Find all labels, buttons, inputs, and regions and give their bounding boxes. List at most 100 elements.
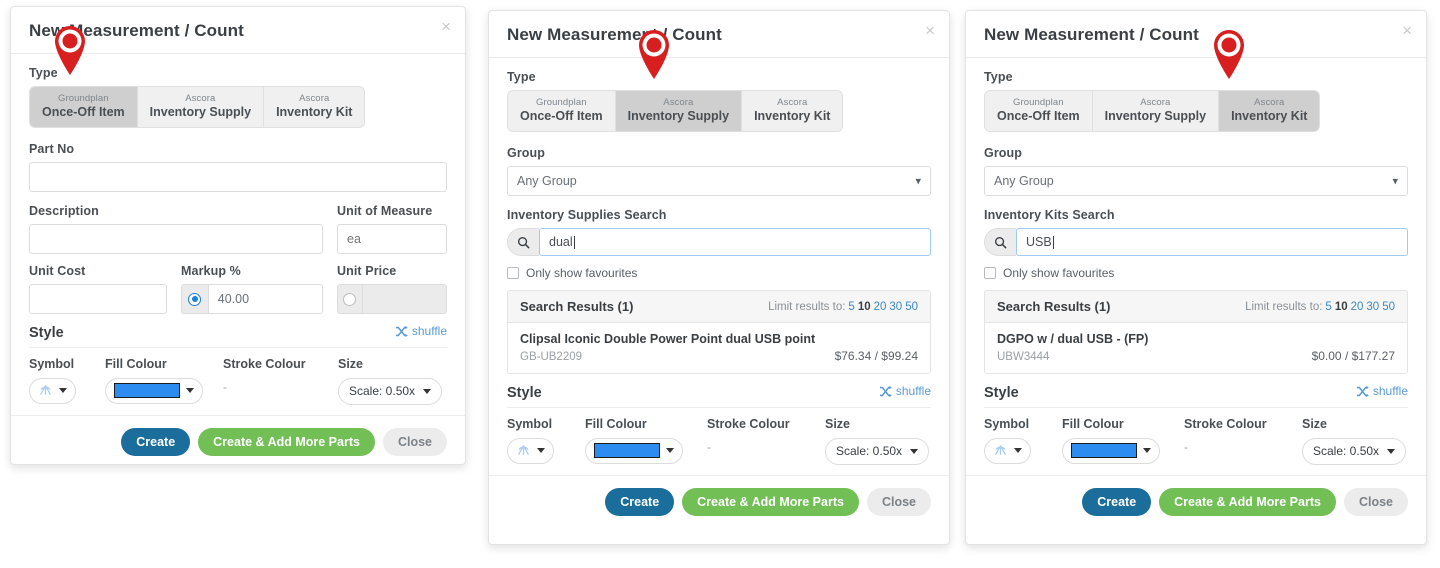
symbol-picker[interactable]: [507, 437, 554, 464]
stroke-colour-value: -: [707, 439, 711, 454]
inventory-kits-search-input[interactable]: USB: [1016, 228, 1408, 256]
group-label: Group: [507, 146, 545, 160]
symbol-picker[interactable]: [984, 437, 1031, 464]
tab-once-off-item-label: Once-Off Item: [997, 109, 1080, 123]
shuffle-button[interactable]: shuffle: [879, 384, 931, 398]
tab-inventory-supply[interactable]: Ascora Inventory Supply: [137, 87, 265, 127]
tab-once-off-item[interactable]: Groundplan Once-Off Item: [985, 91, 1093, 131]
limit-option-20[interactable]: 20: [874, 301, 887, 313]
size-value: Scale: 0.50x: [836, 444, 903, 458]
close-button[interactable]: Close: [866, 487, 931, 516]
limit-option-30[interactable]: 30: [1366, 301, 1379, 313]
close-icon[interactable]: ×: [441, 18, 451, 35]
unit-price-input[interactable]: [361, 284, 447, 314]
search-results-header: Search Results (1) Limit results to: 5 10 2…: [508, 291, 930, 323]
symbol-picker[interactable]: [29, 377, 76, 404]
tab-once-off-item-sublabel: Groundplan: [58, 93, 109, 104]
size-label: Size: [1302, 416, 1328, 431]
page-title: New Measurement / Count: [29, 21, 244, 40]
create-button[interactable]: Create: [605, 487, 675, 516]
only-show-favourites-row[interactable]: Only show favourites: [507, 266, 931, 280]
inventory-supplies-search-input[interactable]: dual: [539, 228, 931, 256]
size-label: Size: [825, 416, 851, 431]
type-label: Type: [984, 70, 1013, 84]
chevron-down-icon: [186, 388, 194, 393]
dialog-body: Type Groundplan Once-Off Item Ascora Inv…: [489, 58, 949, 475]
dialog-body: Type Groundplan Once-Off Item Ascora Inv…: [11, 54, 465, 415]
tab-once-off-item[interactable]: Groundplan Once-Off Item: [30, 87, 138, 127]
result-code: GB-UB2209: [520, 351, 583, 363]
description-input[interactable]: [29, 224, 323, 254]
result-price: $0.00 / $177.27: [1311, 349, 1395, 363]
unit-of-measure-input[interactable]: [337, 224, 447, 254]
list-item[interactable]: Clipsal Iconic Double Power Point dual U…: [508, 323, 930, 373]
limit-option-10[interactable]: 10: [1335, 301, 1348, 313]
unit-cost-input[interactable]: [29, 284, 167, 314]
size-picker[interactable]: Scale: 0.50x: [1302, 437, 1407, 465]
group-select[interactable]: [984, 166, 1408, 196]
fill-colour-picker[interactable]: [105, 377, 203, 404]
limit-option-5[interactable]: 5: [848, 301, 854, 313]
close-button[interactable]: Close: [1343, 487, 1408, 516]
arch-symbol-icon: [995, 445, 1006, 455]
shuffle-icon: [395, 325, 408, 337]
checkbox-icon[interactable]: [984, 267, 996, 279]
group-select[interactable]: [507, 166, 931, 196]
tab-once-off-item-label: Once-Off Item: [520, 109, 603, 123]
dialog-header: New Measurement / Count ×: [489, 11, 949, 58]
markup-radio[interactable]: [181, 284, 208, 314]
limit-option-5[interactable]: 5: [1325, 301, 1331, 313]
only-show-favourites-row[interactable]: Only show favourites: [984, 266, 1408, 280]
limit-option-30[interactable]: 30: [889, 301, 902, 313]
close-button[interactable]: Close: [382, 427, 447, 456]
type-tab-group: Groundplan Once-Off Item Ascora Inventor…: [984, 90, 1321, 132]
tab-inventory-supply[interactable]: Ascora Inventory Supply: [1092, 91, 1220, 131]
tab-inventory-supply[interactable]: Ascora Inventory Supply: [615, 91, 743, 131]
type-tab-group: Groundplan Once-Off Item Ascora Inventor…: [29, 86, 366, 128]
inventory-supplies-search-label: Inventory Supplies Search: [507, 208, 667, 222]
limit-option-50[interactable]: 50: [1382, 301, 1395, 313]
limit-option-50[interactable]: 50: [905, 301, 918, 313]
shuffle-label: shuffle: [1372, 384, 1408, 398]
create-button[interactable]: Create: [121, 427, 191, 456]
limit-option-10[interactable]: 10: [858, 301, 871, 313]
shuffle-button[interactable]: shuffle: [395, 324, 447, 338]
create-add-more-parts-button[interactable]: Create & Add More Parts: [682, 487, 859, 516]
search-results-panel: Search Results (1) Limit results to: 5 10 2…: [984, 290, 1408, 374]
tab-once-off-item-sublabel: Groundplan: [536, 97, 587, 108]
result-name: DGPO w / dual USB - (FP): [997, 332, 1149, 346]
markup-input[interactable]: [207, 284, 323, 314]
close-icon[interactable]: ×: [1402, 22, 1412, 39]
shuffle-button[interactable]: shuffle: [1356, 384, 1408, 398]
limit-results-prefix: Limit results to:: [1245, 300, 1323, 313]
fill-colour-picker[interactable]: [585, 437, 683, 464]
tab-inventory-supply-sublabel: Ascora: [663, 97, 694, 108]
create-button[interactable]: Create: [1082, 487, 1152, 516]
limit-option-20[interactable]: 20: [1351, 301, 1364, 313]
unit-price-radio[interactable]: [337, 284, 362, 314]
limit-results-prefix: Limit results to:: [768, 300, 846, 313]
size-picker[interactable]: Scale: 0.50x: [825, 437, 930, 465]
tab-inventory-kit[interactable]: Ascora Inventory Kit: [264, 87, 365, 127]
part-no-input[interactable]: [29, 162, 447, 192]
type-label: Type: [29, 66, 58, 80]
style-section-header: Style shuffle: [507, 384, 931, 408]
search-input-group: dual: [507, 228, 931, 256]
checkbox-icon[interactable]: [507, 267, 519, 279]
tab-once-off-item[interactable]: Groundplan Once-Off Item: [508, 91, 616, 131]
search-value: USB: [1026, 235, 1052, 249]
close-icon[interactable]: ×: [925, 22, 935, 39]
tab-inventory-kit-sublabel: Ascora: [777, 97, 808, 108]
create-add-more-parts-button[interactable]: Create & Add More Parts: [1159, 487, 1336, 516]
size-picker[interactable]: Scale: 0.50x: [338, 377, 443, 405]
style-title: Style: [984, 384, 1019, 401]
list-item[interactable]: DGPO w / dual USB - (FP) UBW3444 $0.00 /…: [985, 323, 1407, 373]
fill-colour-picker[interactable]: [1062, 437, 1160, 464]
create-add-more-parts-button[interactable]: Create & Add More Parts: [198, 427, 375, 456]
symbol-label: Symbol: [507, 416, 553, 431]
search-results-title: Search Results (1): [997, 299, 1111, 314]
tab-inventory-kit[interactable]: Ascora Inventory Kit: [1219, 91, 1320, 131]
tab-inventory-kit[interactable]: Ascora Inventory Kit: [742, 91, 843, 131]
magnifier-icon: [517, 236, 530, 248]
radio-off-icon: [343, 292, 357, 306]
